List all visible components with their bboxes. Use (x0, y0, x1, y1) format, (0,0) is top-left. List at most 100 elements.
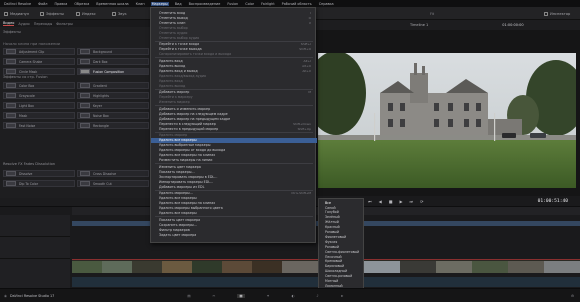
menu-item-label: Добавить маркер (159, 90, 190, 94)
menu-item-label: Отметить вход (159, 10, 186, 15)
effect-tile[interactable]: Grayscale (3, 92, 75, 99)
effect-tile[interactable]: Gradient (77, 82, 149, 89)
effect-tile[interactable]: Adjustment Clip (3, 48, 75, 55)
effect-thumbnail-icon (6, 69, 16, 74)
effect-tile[interactable]: Mask (3, 112, 75, 119)
effect-thumbnail-icon (6, 59, 16, 64)
sound-library-button[interactable]: Звук (112, 10, 127, 17)
stop-button[interactable]: ■ (389, 199, 393, 204)
timeline-name[interactable]: Timeline 1 (410, 23, 428, 27)
effect-thumbnail-icon (80, 93, 90, 98)
page-media-icon[interactable]: ▤ (187, 294, 190, 298)
effect-tile[interactable]: Circle Mask (3, 68, 75, 75)
effect-tile-label: Adjustment Clip (19, 49, 45, 54)
play-button[interactable]: ▶ (399, 199, 402, 204)
markers-menu-item[interactable]: Удалить выход (151, 83, 317, 88)
menu-item-11[interactable]: Fairlight (260, 2, 276, 6)
page-fusion-icon[interactable]: ✦ (267, 294, 270, 298)
effect-thumbnail-icon (80, 181, 90, 186)
menu-item-1[interactable]: Файл (37, 2, 48, 6)
settings-gear-icon[interactable]: ⚙ (571, 294, 574, 298)
effect-tile-label: Noise Box (93, 113, 109, 118)
effect-tile[interactable]: Fast Noise (3, 122, 75, 129)
page-color-icon[interactable]: ◐ (291, 294, 294, 298)
page-fairlight-icon[interactable]: ♪ (316, 294, 318, 298)
page-cut-icon[interactable]: ✂ (213, 294, 216, 298)
markers-menu-item[interactable]: Добавить маркеры из EDL (151, 184, 317, 189)
menu-item-label: Экспортировать маркеры в EDL... (159, 174, 218, 179)
page-edit-icon[interactable]: ▦ (237, 293, 245, 298)
menu-item-9[interactable]: Fusion (226, 2, 239, 6)
effect-tile[interactable]: Noise Box (77, 112, 149, 119)
effect-tile[interactable]: Color Box (3, 82, 75, 89)
inspector-button[interactable]: Инспектор (544, 10, 570, 17)
menu-item-6[interactable]: Маркеры (150, 1, 169, 6)
effect-tile[interactable]: Rectangle (77, 122, 149, 129)
markers-menu-item[interactable]: Задать цвет маркера (151, 232, 317, 237)
effects-tab-3[interactable]: Фильтры (56, 22, 73, 26)
video-track-header-2[interactable] (0, 215, 70, 237)
menu-item-13[interactable]: Справка (318, 2, 335, 6)
markers-menu-item[interactable]: Отметить выбор аудио (151, 35, 317, 40)
effects-tab-0[interactable]: Видео (3, 21, 15, 26)
effect-thumbnail-icon (6, 83, 16, 88)
effect-tile-label: Camera Shake (19, 59, 43, 64)
menu-item-2[interactable]: Правка (53, 2, 68, 6)
effects-tab-2[interactable]: Переходы (34, 22, 53, 26)
menu-item-label: Задать цвет маркера (159, 232, 197, 237)
menu-item-7[interactable]: Вид (174, 2, 183, 6)
markers-menu-item[interactable]: Разместить маркеры на линии (151, 158, 317, 163)
list-icon (76, 11, 80, 16)
effect-thumbnail-icon (6, 93, 16, 98)
effect-thumbnail-icon (6, 113, 16, 118)
effect-tile[interactable]: Highlights (77, 92, 149, 99)
page-deliver-icon[interactable]: ➤ (341, 294, 344, 298)
effect-tile[interactable]: Light Box (3, 102, 75, 109)
effect-tile-label: Fast Noise (19, 123, 36, 128)
menu-item-0[interactable]: DaVinci Resolve (3, 2, 32, 6)
effect-tile-label: Background (93, 49, 113, 54)
video-clip-strip-left[interactable] (72, 259, 318, 273)
menu-item-label: Удалить маркеры выбранного цвета (159, 206, 223, 210)
effect-tile[interactable]: Dissolve (3, 170, 75, 177)
video-clip-strip-right[interactable] (364, 259, 580, 273)
effects-button[interactable]: Эффекты (40, 10, 64, 17)
effects-tab-1[interactable]: Аудио (18, 22, 29, 26)
effects-label: Эффекты (46, 11, 64, 16)
go-to-end-button[interactable]: ⏭ (410, 199, 414, 204)
menu-item-label: Удалить вход (159, 58, 183, 63)
menu-item-10[interactable]: Color (244, 2, 255, 6)
markers-menu-item[interactable]: Удалить все маркеры (151, 211, 317, 216)
markers-menu-item[interactable]: Изменить маркер (151, 100, 317, 105)
markers-menu-item[interactable]: Перенести в предыдущий маркер Shift+Up (151, 126, 317, 131)
edit-index-button[interactable]: Индекс (76, 10, 96, 17)
markers-menu-item[interactable]: Синхронизировать точки входа и выхода (151, 52, 317, 57)
effect-tile[interactable]: Fusion Composition (77, 68, 149, 75)
video-track-header-1[interactable] (0, 237, 70, 259)
media-pool-button[interactable]: Медиапул (4, 10, 29, 17)
effect-tile[interactable]: Camera Shake (3, 58, 75, 65)
effect-tile[interactable]: Dark Box (77, 58, 149, 65)
menu-item-shortcut: I (310, 10, 311, 15)
effect-tile[interactable]: Background (77, 48, 149, 55)
effect-tile[interactable]: Smooth Cut (77, 180, 149, 187)
play-reverse-button[interactable]: ◀ (379, 199, 382, 204)
effect-thumbnail-icon (80, 49, 90, 54)
menu-item-label: Добавить и изменить маркер (159, 106, 211, 111)
audio-track-header[interactable] (0, 259, 70, 289)
menu-item-12[interactable]: Рабочий область (281, 2, 313, 6)
zoom-select[interactable]: Fit (430, 10, 434, 17)
menu-item-shortcut: Ctrl+Shift+M (291, 191, 311, 195)
menu-item-label: Синхронизировать точки входа и выхода (159, 52, 232, 56)
effect-thumbnail-icon (80, 103, 90, 108)
effect-tile[interactable]: Keyer (77, 102, 149, 109)
menu-item-5[interactable]: Клип (135, 2, 146, 6)
effect-tile[interactable]: Dip To Color (3, 180, 75, 187)
loop-icon[interactable]: ⟳ (420, 199, 423, 204)
menu-item-4[interactable]: Временная шкала (95, 2, 129, 6)
menu-item-8[interactable]: Воспроизведение (188, 2, 222, 6)
go-to-start-button[interactable]: ⏮ (368, 199, 372, 204)
effect-tile[interactable]: Cross Dissolve (77, 170, 149, 177)
menu-item-3[interactable]: Обрезка (73, 2, 90, 6)
effect-thumbnail-icon (80, 69, 90, 74)
